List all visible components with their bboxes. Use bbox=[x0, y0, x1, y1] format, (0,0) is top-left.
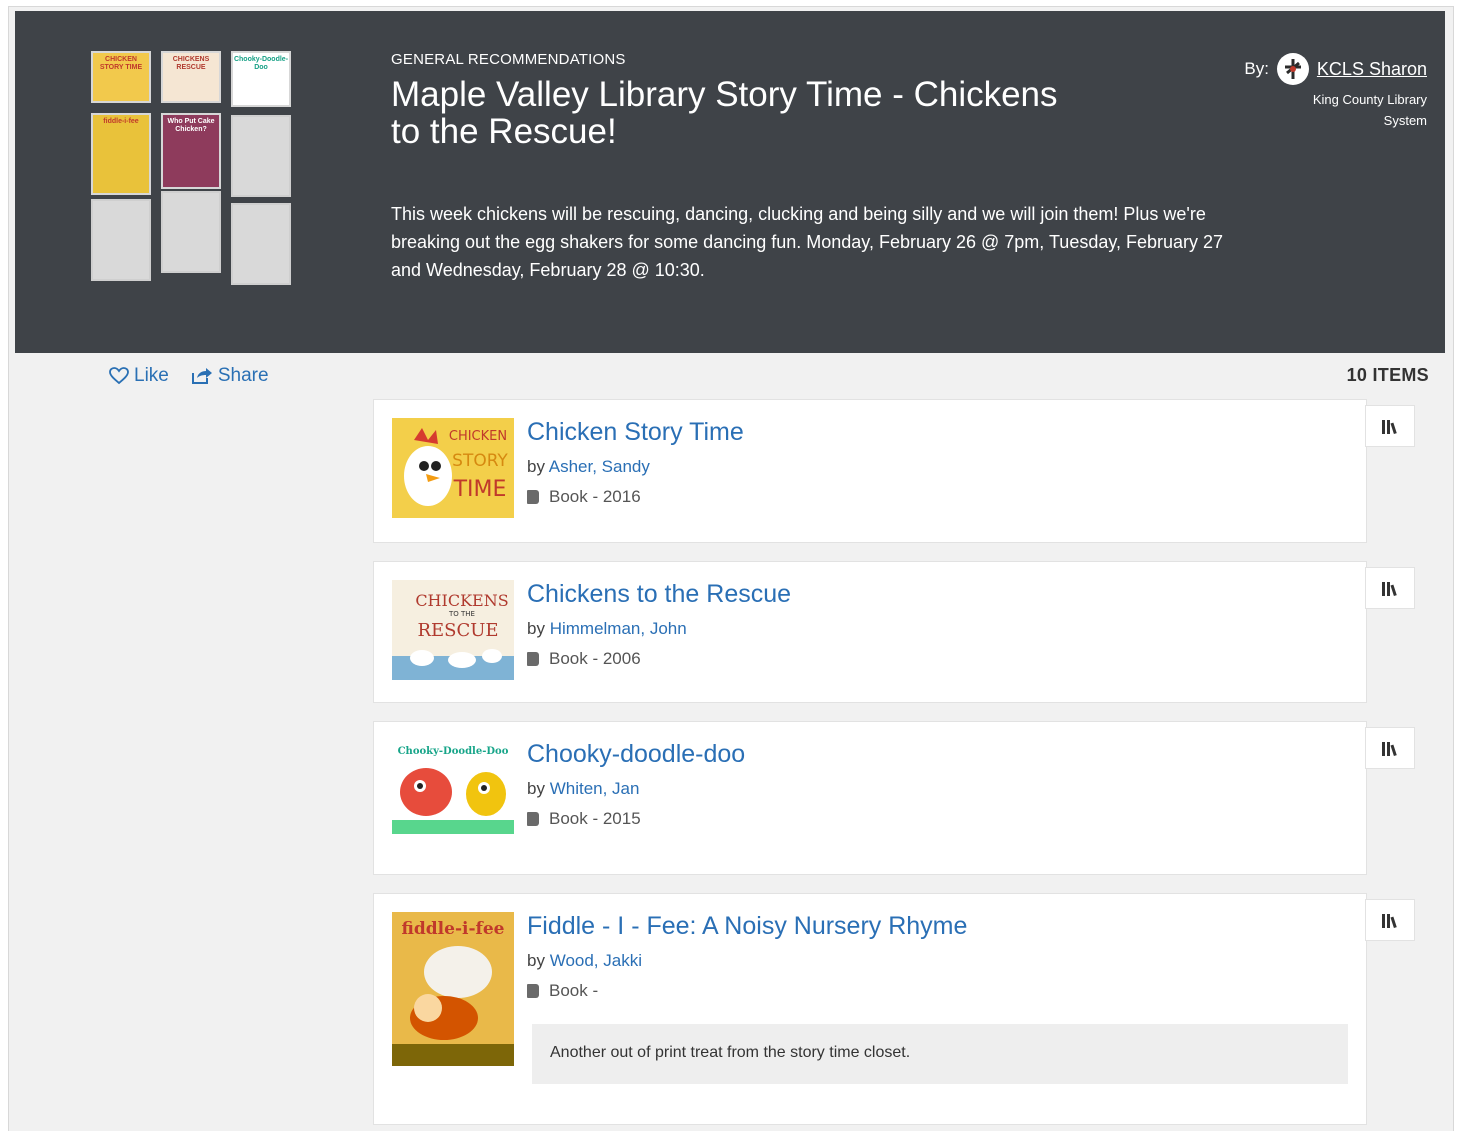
book-icon bbox=[527, 490, 539, 504]
by-prefix: by bbox=[527, 951, 545, 970]
cover-text: CHICKENS bbox=[415, 591, 508, 610]
cover-text: TIME bbox=[453, 477, 507, 502]
collage-cover-2[interactable]: CHICKENS RESCUE bbox=[161, 51, 221, 103]
format-label: Book - bbox=[549, 981, 599, 1000]
item-format: Book - 2016 bbox=[527, 487, 744, 507]
heart-icon bbox=[109, 367, 129, 385]
format-label: Book - 2016 bbox=[549, 487, 641, 506]
share-icon bbox=[191, 368, 212, 384]
author-link[interactable]: KCLS Sharon bbox=[1317, 59, 1427, 80]
share-button[interactable]: Share bbox=[191, 365, 269, 387]
cover-text: STORY bbox=[452, 451, 508, 471]
item-author: by Asher, Sandy bbox=[527, 457, 744, 477]
item-title-link[interactable]: Chooky-doodle-doo bbox=[527, 740, 745, 769]
collage-cover-5[interactable]: Who Put Cake Chicken? bbox=[161, 113, 221, 189]
kcls-logo-icon bbox=[1284, 59, 1301, 79]
list-item: Chooky-Doodle-Doo Chooky-doodle-doo by W… bbox=[373, 721, 1367, 875]
item-format: Book - bbox=[527, 981, 967, 1001]
by-label: By: bbox=[1244, 59, 1269, 78]
by-prefix: by bbox=[527, 619, 545, 638]
book-icon bbox=[527, 984, 539, 998]
author-avatar[interactable] bbox=[1276, 53, 1309, 85]
collage-placeholder bbox=[231, 115, 291, 197]
book-icon bbox=[527, 812, 539, 826]
format-label: Book - 2006 bbox=[549, 649, 641, 668]
item-cover[interactable]: CHICKENS TO THE RESCUE bbox=[392, 580, 514, 680]
add-to-shelf-button[interactable] bbox=[1365, 899, 1415, 941]
item-format: Book - 2015 bbox=[527, 809, 745, 829]
author-name-link[interactable]: Himmelman, John bbox=[550, 619, 687, 638]
item-cover[interactable]: fiddle-i-fee bbox=[392, 912, 514, 1066]
item-count: 10 ITEMS bbox=[1346, 365, 1429, 385]
item-author: by Himmelman, John bbox=[527, 619, 791, 639]
item-annotation: Another out of print treat from the stor… bbox=[532, 1024, 1348, 1084]
add-to-shelf-button[interactable] bbox=[1365, 567, 1415, 609]
item-author: by Whiten, Jan bbox=[527, 779, 745, 799]
author-organization: King County Library System bbox=[1312, 92, 1427, 128]
list-header: CHICKEN STORY TIME CHICKENS RESCUE Chook… bbox=[15, 11, 1445, 353]
chicken-cover-art: CHICKEN STORY TIME bbox=[404, 428, 508, 506]
collage-placeholder bbox=[231, 203, 291, 285]
library-shelf-icon bbox=[1382, 742, 1397, 757]
cover-collage: CHICKEN STORY TIME CHICKENS RESCUE Chook… bbox=[91, 51, 301, 291]
list-description: This week chickens will be rescuing, dan… bbox=[391, 204, 1224, 280]
library-shelf-icon bbox=[1382, 914, 1397, 929]
item-cover[interactable]: CHICKEN STORY TIME bbox=[392, 418, 514, 518]
by-prefix: by bbox=[527, 457, 545, 476]
item-title-link[interactable]: Chickens to the Rescue bbox=[527, 580, 791, 609]
item-cover[interactable]: Chooky-Doodle-Doo bbox=[392, 740, 514, 852]
library-shelf-icon bbox=[1382, 420, 1397, 435]
cover-text: RESCUE bbox=[417, 620, 498, 641]
add-to-shelf-button[interactable] bbox=[1365, 405, 1415, 447]
book-icon bbox=[527, 652, 539, 666]
collage-placeholder bbox=[91, 199, 151, 281]
fiddle-cover-art: fiddle-i-fee bbox=[392, 919, 514, 1066]
collage-cover-4[interactable]: fiddle-i-fee bbox=[91, 113, 151, 195]
item-title-link[interactable]: Fiddle - I - Fee: A Noisy Nursery Rhyme bbox=[527, 912, 967, 941]
list-title: Maple Valley Library Story Time - Chicke… bbox=[391, 75, 1058, 151]
format-label: Book - 2015 bbox=[549, 809, 641, 828]
collage-cover-1[interactable]: CHICKEN STORY TIME bbox=[91, 51, 151, 103]
add-to-shelf-button[interactable] bbox=[1365, 727, 1415, 769]
collage-placeholder bbox=[161, 191, 221, 273]
author-name-link[interactable]: Whiten, Jan bbox=[550, 779, 640, 798]
list-type-label: GENERAL RECOMMENDATIONS bbox=[391, 51, 626, 68]
page-frame: CHICKEN STORY TIME CHICKENS RESCUE Chook… bbox=[8, 6, 1454, 1131]
item-format: Book - 2006 bbox=[527, 649, 791, 669]
list-author: By: KCLS Sharon King County Library Syst… bbox=[1244, 53, 1427, 131]
list-actions: Like Share bbox=[109, 365, 269, 387]
list-item: CHICKEN STORY TIME Chicken Story Time by… bbox=[373, 399, 1367, 543]
cover-text: TO THE bbox=[448, 610, 475, 618]
author-name-link[interactable]: Asher, Sandy bbox=[549, 457, 650, 476]
author-name-link[interactable]: Wood, Jakki bbox=[550, 951, 642, 970]
list-item: fiddle-i-fee Fiddle - I - Fee: A Noisy N… bbox=[373, 893, 1367, 1125]
list-item: CHICKENS TO THE RESCUE Chickens to the R… bbox=[373, 561, 1367, 703]
share-label: Share bbox=[217, 365, 269, 386]
cover-text: CHICKEN bbox=[449, 429, 507, 444]
list-info: GENERAL RECOMMENDATIONS Maple Valley Lib… bbox=[391, 51, 1251, 284]
chickens-rescue-cover-art: CHICKENS TO THE RESCUE bbox=[392, 591, 514, 680]
cover-text: fiddle-i-fee bbox=[402, 919, 505, 939]
item-title-link[interactable]: Chicken Story Time bbox=[527, 418, 744, 447]
like-label: Like bbox=[134, 365, 169, 386]
by-prefix: by bbox=[527, 779, 545, 798]
chooky-cover-art: Chooky-Doodle-Doo bbox=[392, 746, 514, 834]
collage-cover-3[interactable]: Chooky-Doodle-Doo bbox=[231, 51, 291, 107]
cover-text: Chooky-Doodle-Doo bbox=[398, 746, 509, 757]
item-author: by Wood, Jakki bbox=[527, 951, 967, 971]
library-shelf-icon bbox=[1382, 582, 1397, 597]
like-button[interactable]: Like bbox=[109, 365, 169, 387]
